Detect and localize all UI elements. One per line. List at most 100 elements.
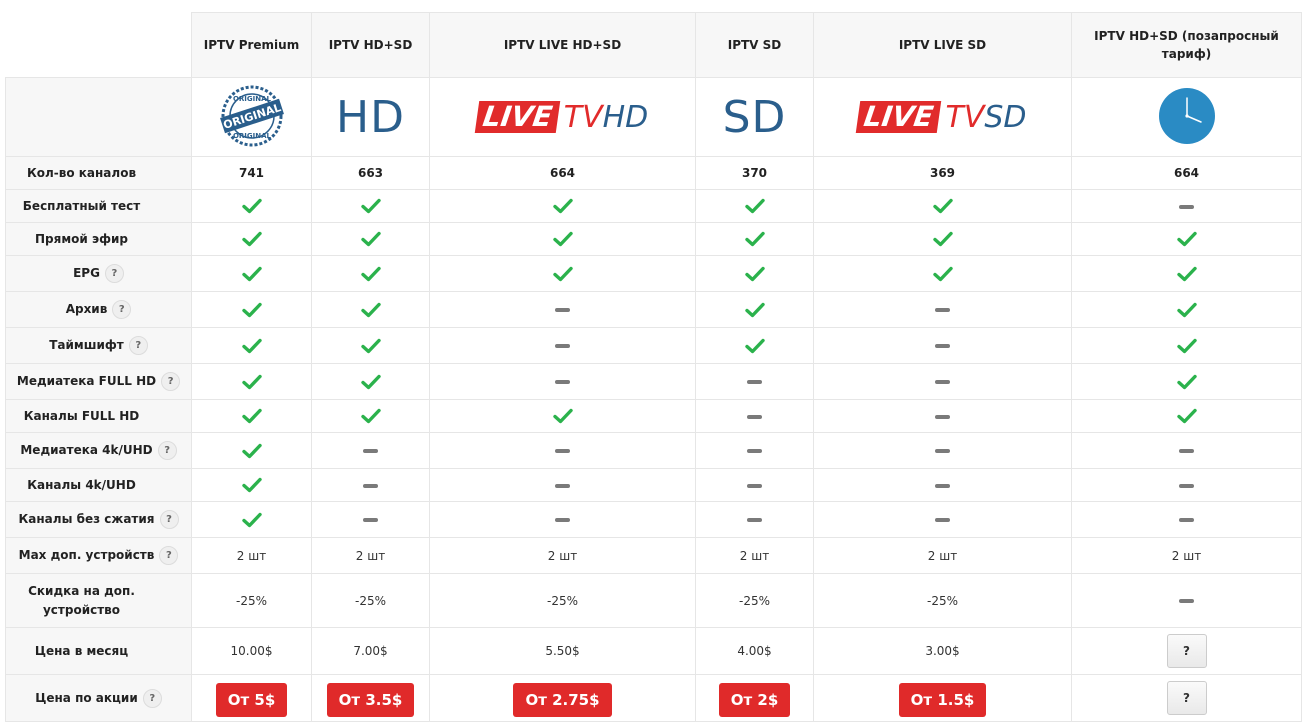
feature-label: Max доп. устройств? — [5, 537, 192, 574]
request-price-button[interactable]: ? — [1166, 634, 1207, 668]
feature-label: Таймшифт? — [5, 327, 192, 364]
dash-cell — [311, 468, 430, 502]
feature-label-text: Прямой эфир — [35, 231, 128, 246]
svg-text:ORIGINAL: ORIGINAL — [232, 132, 271, 140]
check-cell — [695, 291, 814, 328]
check-cell — [311, 291, 430, 328]
check-icon — [241, 477, 262, 493]
dash-cell — [429, 291, 696, 328]
check-cell — [1071, 399, 1302, 433]
table-row: Max доп. устройств? 2 шт 2 шт 2 шт 2 шт 2 шт 2… — [5, 537, 1302, 574]
check-icon — [552, 198, 573, 214]
dash-icon — [935, 308, 950, 312]
value-cell: -25% — [429, 573, 696, 628]
check-cell — [191, 255, 312, 292]
header-corner — [5, 12, 192, 78]
feature-label: Цена по акции? — [5, 674, 192, 722]
dash-cell — [429, 501, 696, 538]
logo-corner — [5, 77, 192, 157]
svg-text:ORIGINAL: ORIGINAL — [232, 95, 271, 103]
table-row: Медиатека FULL HD? — [5, 363, 1302, 400]
check-cell — [695, 222, 814, 256]
value-cell: 3.00$ — [813, 627, 1072, 675]
promo-price-button[interactable]: От 3.5$ — [326, 683, 415, 717]
table-row: Каналы 4k/UHD — [5, 468, 1302, 502]
plan-comparison-table: IPTV Premium IPTV HD+SD IPTV LIVE HD+SD … — [5, 12, 1302, 722]
feature-label-text: Бесплатный тест — [22, 198, 141, 213]
dash-cell — [813, 363, 1072, 400]
feature-label: Кол-во каналов — [5, 156, 192, 190]
check-cell — [311, 327, 430, 364]
request-price-cell: ? — [1071, 674, 1302, 722]
feature-label-text: Архив — [65, 302, 108, 316]
plan-logo-row: ORIGINAL ORIGINAL ORIGINAL HD LIVE TVHD S… — [5, 77, 1302, 157]
feature-label: Каналы 4k/UHD — [5, 468, 192, 502]
original-stamp-icon: ORIGINAL ORIGINAL ORIGINAL — [219, 85, 284, 146]
table-row: Прямой эфир — [5, 222, 1302, 256]
feature-label-text: EPG — [73, 266, 100, 280]
check-icon — [552, 231, 573, 247]
dash-icon — [747, 449, 762, 453]
promo-price-button[interactable]: От 2.75$ — [513, 683, 612, 717]
check-cell — [429, 222, 696, 256]
value-cell: -25% — [191, 573, 312, 628]
help-icon[interactable]: ? — [157, 441, 177, 460]
check-icon — [241, 338, 262, 353]
plan-name-premium: IPTV Premium — [191, 12, 312, 78]
value-cell: -25% — [695, 573, 814, 628]
channel-count: 663 — [311, 156, 430, 190]
check-icon — [360, 266, 381, 281]
check-icon — [241, 374, 262, 389]
check-cell — [191, 327, 312, 364]
dash-cell — [311, 432, 430, 469]
feature-label: Скидка на доп. устройство — [5, 573, 192, 628]
request-price-button[interactable]: ? — [1166, 681, 1207, 715]
check-icon — [241, 198, 262, 214]
feature-label-text: Медиатека FULL HD — [16, 374, 157, 388]
value-cell: 10.00$ — [191, 627, 312, 675]
check-icon — [241, 302, 262, 317]
help-icon[interactable]: ? — [142, 688, 162, 708]
channel-count: 664 — [429, 156, 696, 190]
value-cell: 4.00$ — [695, 627, 814, 675]
feature-rows: Кол-во каналов 741 663 664 370 369 664 Бесплатн… — [5, 156, 1302, 722]
check-icon — [744, 338, 765, 353]
feature-label-text: Кол-во каналов — [26, 165, 137, 180]
dash-icon — [935, 414, 950, 419]
dash-icon — [555, 449, 570, 453]
help-icon[interactable]: ? — [112, 300, 132, 319]
promo-price-button[interactable]: От 1.5$ — [898, 683, 987, 717]
check-icon — [1176, 408, 1197, 424]
hd-logo-text: HD — [336, 91, 405, 143]
promo-price-button[interactable]: От 2$ — [718, 683, 791, 717]
feature-label-text: Медиатека 4k/UHD — [20, 443, 153, 457]
dash-icon — [1179, 483, 1194, 488]
live-badge: LIVE — [856, 100, 942, 133]
dash-icon — [555, 344, 570, 348]
check-cell — [813, 255, 1072, 292]
help-icon[interactable]: ? — [161, 372, 181, 391]
promo-price-button[interactable]: От 5$ — [215, 683, 288, 717]
request-price-cell: ? — [1071, 627, 1302, 675]
value-cell: 2 шт — [311, 537, 430, 574]
feature-label: EPG? — [5, 255, 192, 292]
check-icon — [744, 231, 765, 247]
dash-cell — [1071, 432, 1302, 469]
dash-icon — [747, 518, 762, 522]
help-icon[interactable]: ? — [159, 546, 179, 565]
comparison-page: IPTV Premium IPTV HD+SD IPTV LIVE HD+SD … — [0, 0, 1308, 722]
table-row: Каналы без сжатия? — [5, 501, 1302, 538]
check-icon — [241, 231, 262, 247]
check-cell — [695, 189, 814, 223]
feature-label-text: Таймшифт — [49, 338, 124, 352]
check-icon — [360, 302, 381, 317]
help-icon[interactable]: ? — [104, 264, 124, 283]
check-icon — [1176, 231, 1197, 247]
table-row: Бесплатный тест — [5, 189, 1302, 223]
check-cell — [191, 363, 312, 400]
check-icon — [360, 338, 381, 353]
help-icon[interactable]: ? — [159, 510, 179, 529]
plan-name-on-request: IPTV HD+SD (позапросный тариф) — [1071, 12, 1302, 78]
help-icon[interactable]: ? — [128, 336, 148, 355]
dash-cell — [695, 468, 814, 502]
